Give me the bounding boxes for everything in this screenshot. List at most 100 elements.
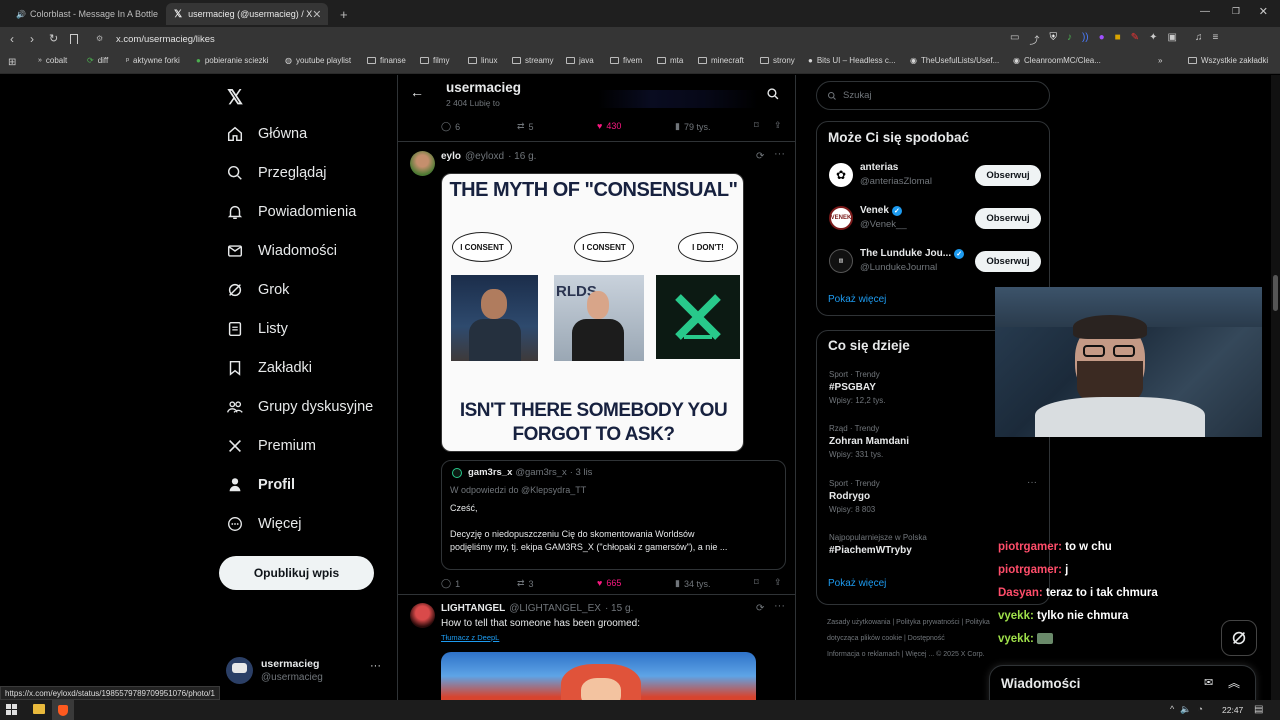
puzzle-icon[interactable]: ✦	[1149, 32, 1157, 47]
network-icon[interactable]: ◔	[1197, 704, 1202, 715]
post-image[interactable]: THE MYTH OF "CONSENSUAL" I CONSENT I CON…	[441, 173, 744, 452]
author-name[interactable]: LIGHTANGEL	[441, 603, 505, 614]
bookmark-item[interactable]: ● Bits UI – Headless c...	[808, 56, 896, 65]
tray-chevron-icon[interactable]: ^	[1170, 704, 1174, 715]
account-switcher[interactable]: usermacieg @usermacieg ···	[226, 656, 382, 686]
share-icon[interactable]: ⇪	[774, 120, 782, 131]
share-icon[interactable]: ⤴	[1029, 32, 1039, 47]
file-explorer-icon[interactable]	[33, 704, 45, 714]
bookmark-item[interactable]: ◉ CleanroomMC/Clea...	[1013, 56, 1101, 65]
url-field[interactable]: ⚙ x.com/usermacieg/likes	[88, 30, 988, 49]
bookmark-folder[interactable]: finanse	[367, 56, 406, 65]
post-lightangel[interactable]: LIGHTANGEL @LIGHTANGEL_EX · 15 g. ⟳ ··· …	[398, 595, 795, 700]
tab-colorblast[interactable]: 🔊 Colorblast - Message In A Bottle	[4, 3, 164, 25]
follow-button[interactable]: Obserwuj	[975, 165, 1041, 186]
nav-communities[interactable]: Grupy dyskusyjne	[226, 398, 373, 416]
x-logo-icon[interactable]: 𝕏	[227, 85, 243, 110]
post-time[interactable]: · 15 g.	[605, 603, 633, 614]
back-icon[interactable]: ‹	[10, 32, 14, 46]
close-tab-icon[interactable]: ✕	[312, 8, 321, 21]
new-message-icon[interactable]: ✉	[1204, 676, 1213, 689]
bookmark-folder[interactable]: filmy	[420, 56, 449, 65]
like-button[interactable]: ♥ 665	[597, 578, 621, 588]
post-eylo[interactable]: eylo @eyloxd · 16 g. ⟳ ··· THE MYTH OF "…	[398, 142, 795, 594]
nav-grok[interactable]: Grok	[226, 281, 289, 299]
more-dots-icon[interactable]: ···	[370, 660, 381, 672]
trend-item[interactable]: Najpopularniejsze w Polska #PiachemWTryb…	[829, 533, 927, 556]
notification-icon[interactable]: ▤	[1254, 704, 1263, 715]
views-button[interactable]: ▮ 34 tys.	[675, 578, 710, 589]
footer-line[interactable]: Zasady użytkowania | Polityka prywatnośc…	[827, 615, 1002, 647]
follow-suggestion[interactable]: VENEK Venek ✓ @Venek__ Obserwuj	[817, 201, 1051, 241]
new-tab-button[interactable]: +	[332, 3, 356, 25]
more-dots-icon[interactable]: ···	[774, 148, 785, 160]
avatar[interactable]	[410, 603, 435, 628]
scrollbar-thumb[interactable]	[1273, 275, 1278, 311]
collapse-chevron-icon[interactable]: ︽	[1228, 674, 1240, 691]
browser-taskbar-icon[interactable]	[52, 700, 74, 720]
bookmark-item[interactable]: ◍ youtube playlist	[285, 56, 351, 65]
extension-icon[interactable]: ✎	[1131, 32, 1139, 47]
views-button[interactable]: ▮ 79 tys.	[675, 121, 710, 132]
nav-notifications[interactable]: Powiadomienia	[226, 203, 356, 221]
nav-home[interactable]: Główna	[226, 125, 307, 143]
repost-button[interactable]: ⇄ 5	[517, 121, 534, 132]
reply-button[interactable]: ◯ 6	[441, 121, 460, 132]
bookmark-item[interactable]: ⟳ diff	[87, 56, 108, 65]
nav-lists[interactable]: Listy	[226, 320, 288, 338]
trend-item[interactable]: Rząd · Trendy Zohran Mamdani Wpisy: 331 …	[829, 424, 909, 459]
bookmark-post-icon[interactable]: ⌑	[754, 120, 759, 131]
show-more-link[interactable]: Pokaż więcej	[828, 294, 886, 305]
nav-premium[interactable]: Premium	[226, 437, 316, 455]
system-tray[interactable]: ^ 🔈 ◔	[1170, 704, 1203, 715]
author-handle[interactable]: @eyloxd	[465, 151, 504, 162]
minimize-button[interactable]: —	[1200, 6, 1210, 17]
avatar[interactable]	[410, 151, 435, 176]
brave-shield-icon[interactable]: ⛨	[1049, 32, 1057, 47]
tab-x-profile[interactable]: 𝕏 usermacieg (@usermacieg) / X ✕	[166, 3, 328, 25]
messages-drawer[interactable]: Wiadomości ✉ ︽	[989, 665, 1256, 700]
quoted-post[interactable]: gam3rs_x @gam3rs_x · 3 lis W odpowiedzi …	[441, 460, 786, 570]
grok-floating-button[interactable]	[1221, 620, 1257, 656]
bookmark-item[interactable]: ᵖ aktywne forki	[126, 56, 180, 65]
bookmark-folder[interactable]: linux	[468, 56, 497, 65]
trend-item[interactable]: Sport · Trendy Rodrygo Wpisy: 8 803	[829, 479, 880, 514]
close-window-button[interactable]: ✕	[1259, 5, 1268, 18]
back-arrow-icon[interactable]: ←	[410, 84, 424, 100]
author-handle[interactable]: @LIGHTANGEL_EX	[509, 603, 601, 614]
footer-line[interactable]: Informacja o reklamach | Więcej ... © 20…	[827, 647, 1002, 663]
site-info-icon[interactable]: ⚙	[96, 34, 103, 43]
more-dots-icon[interactable]: ···	[774, 600, 785, 612]
windows-start-icon[interactable]	[6, 704, 17, 715]
translate-link[interactable]: Tłumacz z DeepL	[441, 633, 499, 642]
trend-more-dots-icon[interactable]: ···	[1027, 477, 1037, 488]
post-button[interactable]: Opublikuj wpis	[219, 556, 374, 590]
like-button[interactable]: ♥ 430	[597, 121, 621, 131]
bookmark-folder[interactable]: mta	[657, 56, 683, 65]
reload-icon[interactable]: ↻	[49, 32, 58, 45]
clock[interactable]: 22:47	[1222, 705, 1243, 715]
bookmark-folder[interactable]: java	[566, 56, 594, 65]
nav-profile[interactable]: Profil	[226, 476, 295, 494]
show-more-link[interactable]: Pokaż więcej	[828, 578, 886, 589]
search-icon[interactable]	[766, 87, 780, 101]
more-bookmarks-icon[interactable]: »	[1158, 56, 1162, 65]
follow-suggestion[interactable]: ✿ anterias @anteriasZlomal Obserwuj	[817, 158, 1051, 198]
follow-suggestion[interactable]: ▥ The Lunduke Jou... ✓ @LundukeJournal O…	[817, 244, 1051, 284]
restore-button[interactable]: ❐	[1232, 6, 1240, 17]
media-icon[interactable]: ♫	[1195, 32, 1203, 47]
trend-item[interactable]: Sport · Trendy #PSGBAY Wpisy: 12,2 tys.	[829, 370, 885, 405]
speaker-icon[interactable]: 🔊	[16, 10, 26, 19]
nav-more[interactable]: Więcej	[226, 515, 302, 533]
follow-button[interactable]: Obserwuj	[975, 208, 1041, 229]
bookmark-item[interactable]: » cobalt	[38, 56, 67, 65]
all-bookmarks-folder[interactable]: Wszystkie zakładki	[1188, 56, 1268, 65]
reply-button[interactable]: ◯ 1	[441, 578, 460, 589]
bookmark-folder[interactable]: streamy	[512, 56, 553, 65]
grok-post-icon[interactable]: ⟳	[756, 151, 764, 162]
share-icon[interactable]: ⇪	[774, 577, 782, 588]
footer-links[interactable]: Zasady użytkowania | Polityka prywatnośc…	[827, 615, 1002, 663]
extension-icon[interactable]: ♪	[1067, 32, 1072, 47]
search-input[interactable]: Szukaj	[816, 81, 1050, 110]
extension-icon[interactable]: ■	[1115, 32, 1121, 47]
